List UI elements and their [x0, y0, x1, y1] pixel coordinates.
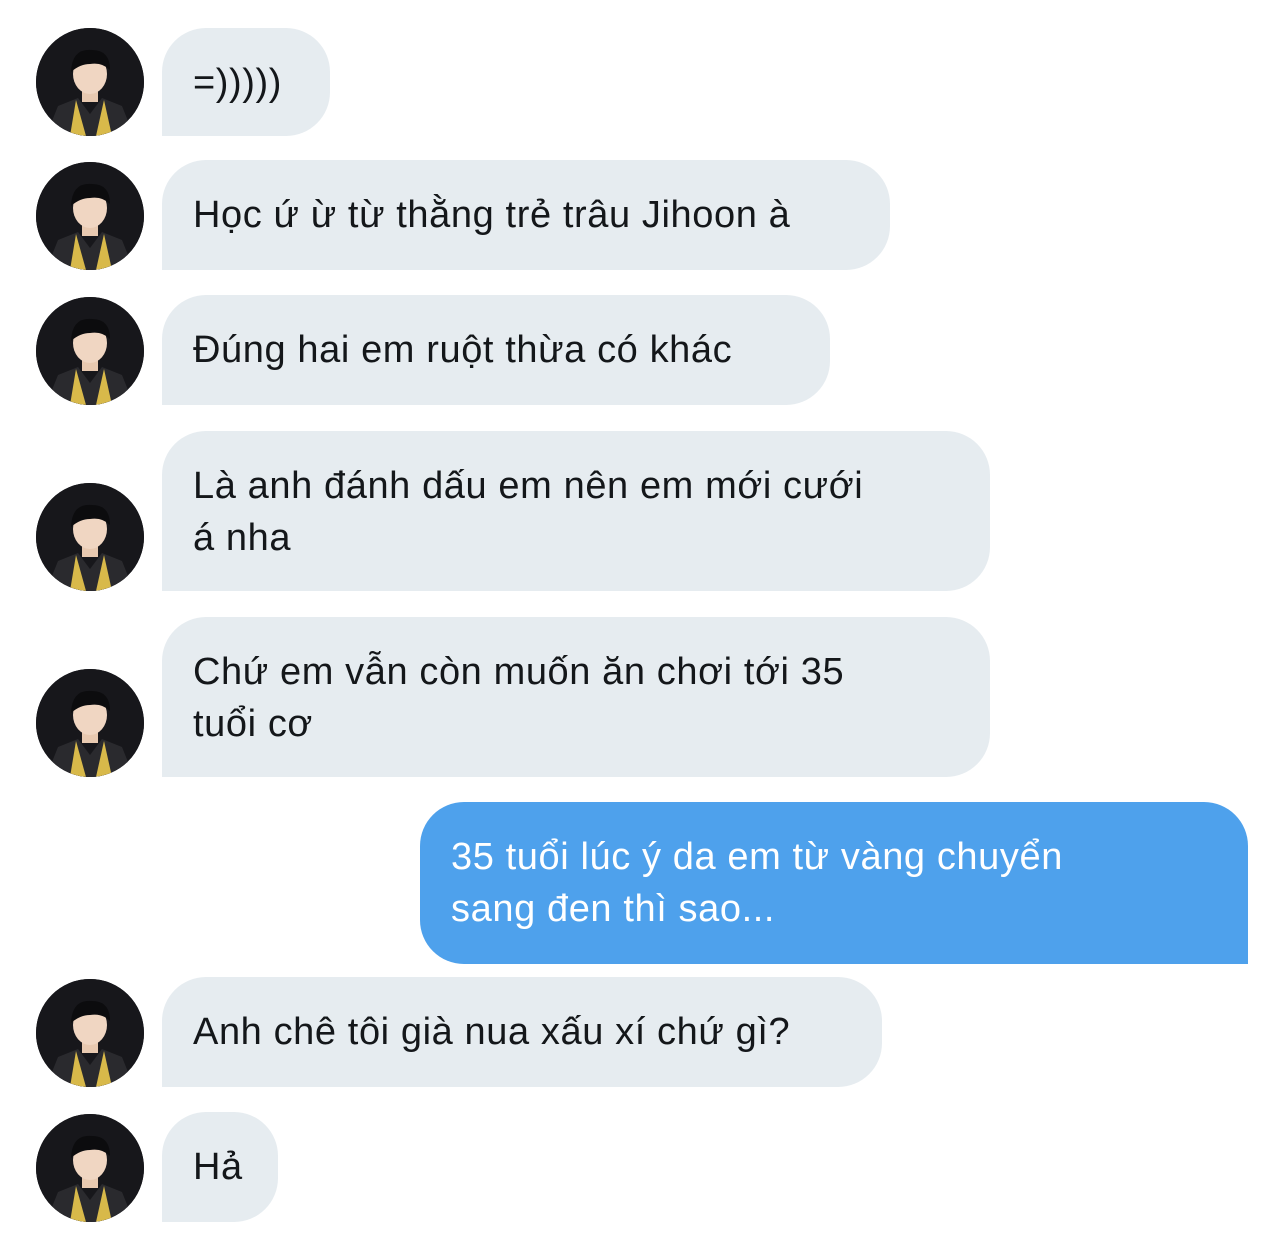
avatar-image: [36, 483, 144, 591]
received-message-bubble[interactable]: Là anh đánh dấu em nên em mới cưới á nha: [162, 431, 990, 591]
received-message-bubble[interactable]: Đúng hai em ruột thừa có khác: [162, 295, 830, 405]
received-message-bubble[interactable]: =))))): [162, 28, 330, 136]
avatar[interactable]: [36, 28, 144, 136]
received-message-bubble[interactable]: Hả: [162, 1112, 278, 1222]
received-message-bubble[interactable]: Anh chê tôi già nua xấu xí chứ gì?: [162, 977, 882, 1087]
avatar[interactable]: [36, 979, 144, 1087]
avatar[interactable]: [36, 297, 144, 405]
avatar-image: [36, 162, 144, 270]
received-message-bubble[interactable]: Học ứ ừ từ thằng trẻ trâu Jihoon à: [162, 160, 890, 270]
sent-message-bubble[interactable]: 35 tuổi lúc ý da em từ vàng chuyển sang …: [420, 802, 1248, 964]
avatar-image: [36, 669, 144, 777]
avatar-image: [36, 979, 144, 1087]
avatar-image: [36, 297, 144, 405]
avatar[interactable]: [36, 162, 144, 270]
avatar-image: [36, 28, 144, 136]
avatar-image: [36, 1114, 144, 1222]
avatar[interactable]: [36, 669, 144, 777]
received-message-bubble[interactable]: Chứ em vẫn còn muốn ăn chơi tới 35 tuổi …: [162, 617, 990, 777]
avatar[interactable]: [36, 483, 144, 591]
avatar[interactable]: [36, 1114, 144, 1222]
